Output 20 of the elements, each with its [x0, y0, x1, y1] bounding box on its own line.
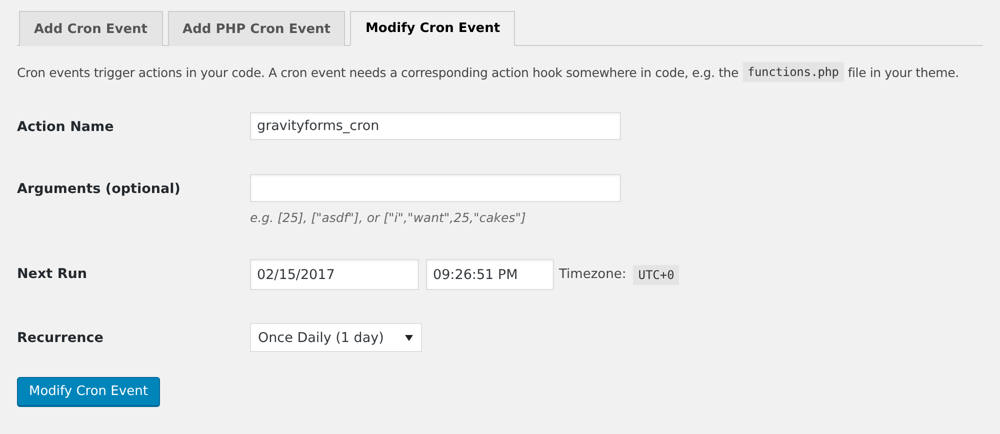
hint-text: e.g. [25], ["asdf"], or ["i","want",25,"cakes"] — [250, 210, 527, 225]
field-label: Next Run — [17, 265, 88, 282]
description-text: file in your theme. — [848, 64, 959, 80]
text-field[interactable] — [250, 174, 621, 202]
field-label: Action Name — [17, 118, 115, 135]
date-field[interactable]: 02/15/2017 — [250, 259, 419, 290]
tab[interactable]: Add PHP Cron Event — [168, 11, 346, 46]
text-field[interactable]: gravityforms_cron — [250, 112, 621, 140]
timezone-value: UTC+0 — [633, 264, 680, 284]
code-snippet: functions.php — [742, 62, 844, 82]
timezone-label: Timezone: — [559, 267, 626, 282]
field-label: Arguments (optional) — [17, 180, 182, 197]
recurrence-dropdown[interactable]: Once Daily (1 day) — [250, 323, 422, 352]
tab[interactable]: Add Cron Event — [19, 11, 163, 46]
field-label: Recurrence — [17, 329, 104, 346]
caret-icon — [405, 334, 413, 340]
time-field[interactable]: 09:26:51 PM — [426, 259, 554, 290]
tab[interactable]: Modify Cron Event — [350, 11, 516, 46]
description-text: Cron events trigger actions in your code. A cron event needs a corresponding action hook somewhere in code, e.g. the — [17, 64, 738, 80]
submit-button[interactable]: Modify Cron Event — [17, 377, 160, 406]
